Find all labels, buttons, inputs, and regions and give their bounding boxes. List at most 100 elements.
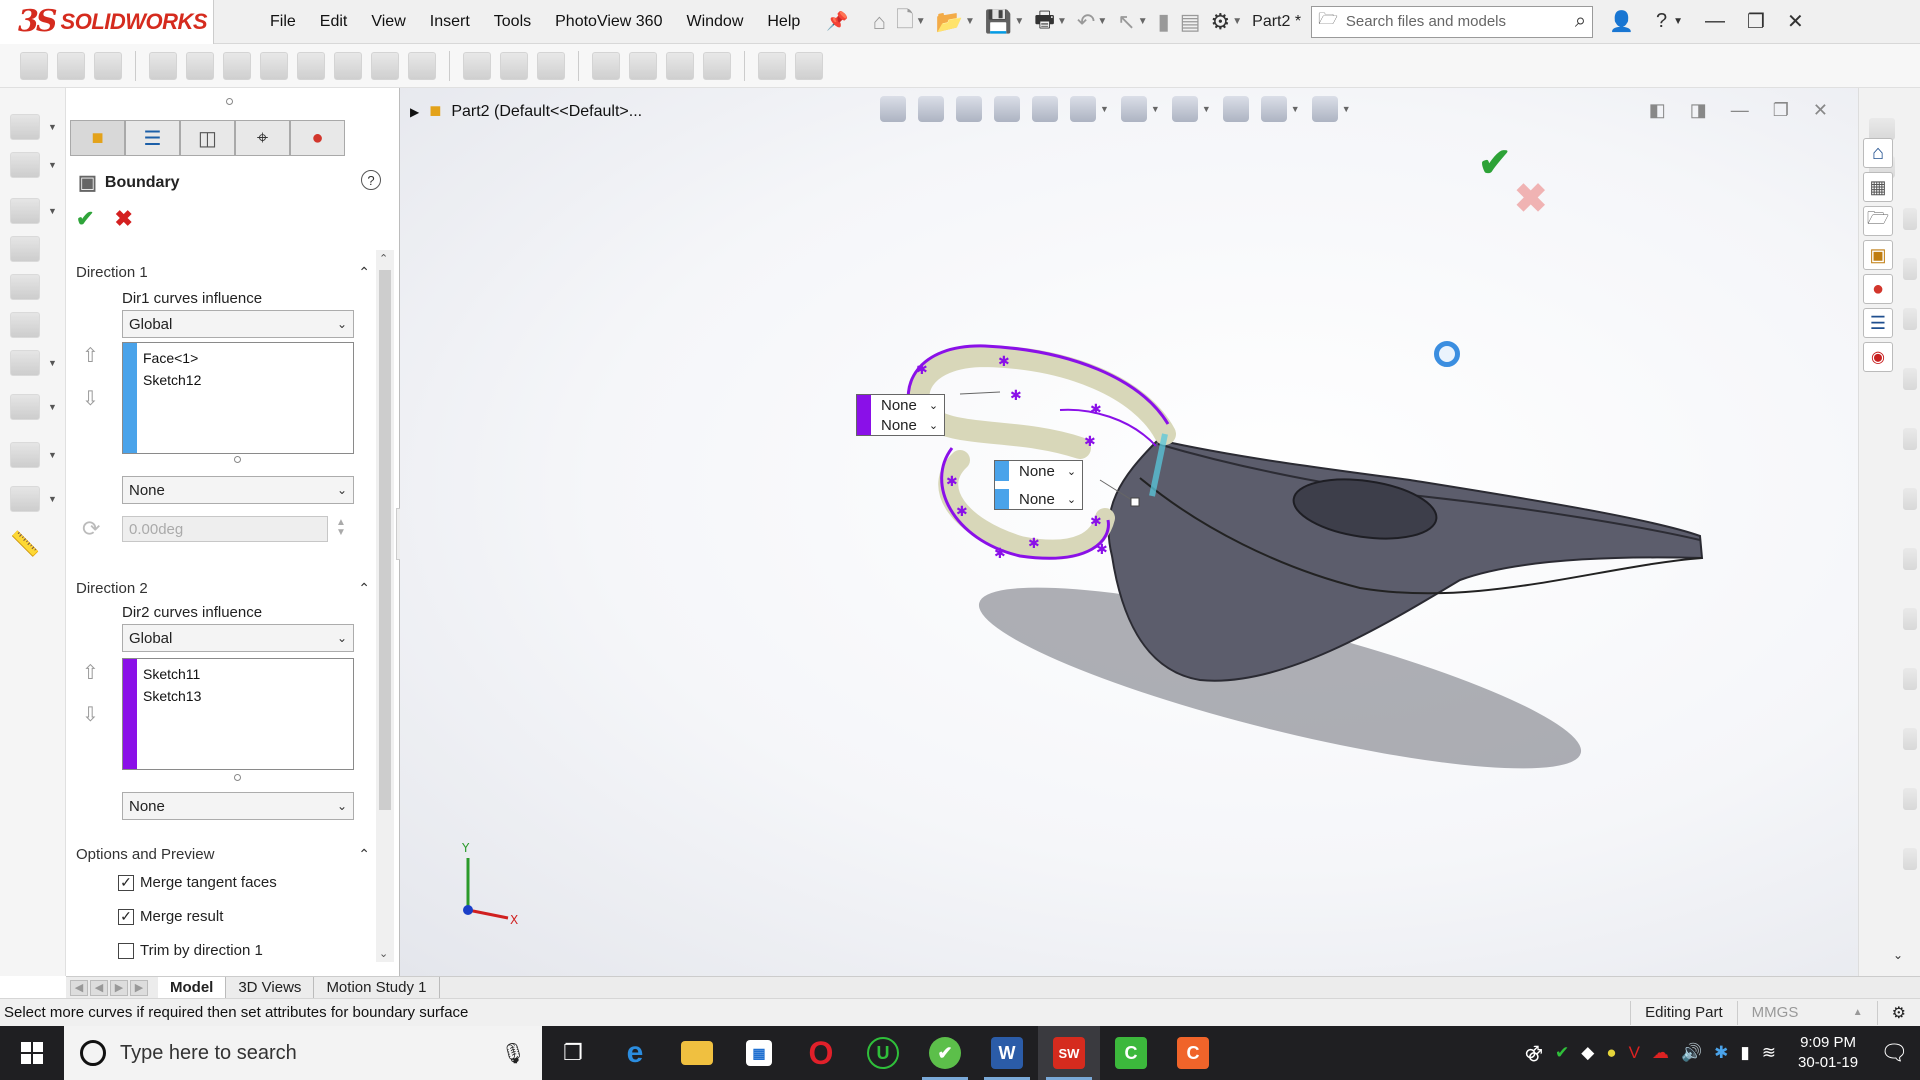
menu-view[interactable]: View (359, 13, 417, 31)
reference-geometry-icon[interactable] (408, 51, 436, 80)
search-icon[interactable]: ⌕ (1575, 10, 1586, 33)
previous-view-icon[interactable] (956, 96, 982, 122)
open-icon[interactable]: 📂 (936, 9, 963, 35)
move-up-icon[interactable]: ⇧ (82, 660, 99, 685)
revolve-icon[interactable] (57, 51, 85, 80)
boundary-surface-icon[interactable] (629, 51, 657, 80)
sketch-tool-icon[interactable] (1903, 368, 1917, 390)
list-item[interactable]: Face<1> (143, 347, 201, 369)
callout1-row2[interactable]: None ⌄ (857, 415, 944, 435)
boss-extrude-icon[interactable] (20, 51, 48, 80)
volume-icon[interactable]: 🔊 (1681, 1043, 1702, 1063)
callout2-row2[interactable]: None ⌄ (995, 489, 1082, 509)
view-orientation-icon[interactable] (1070, 96, 1096, 122)
split-line-icon[interactable] (10, 486, 40, 512)
taskbar-file-explorer[interactable] (666, 1026, 728, 1080)
menu-file[interactable]: File (258, 13, 308, 31)
microphone-icon[interactable]: 🎙 (501, 1041, 526, 1066)
graphics-area[interactable]: ✱ ✱ ✱ ✱ ✱ ✱ ✱ ✱ ✱ ✱ ✱ ✱ ▶ ■ Part2 (Defau… (400, 88, 1858, 976)
menu-window[interactable]: Window (674, 13, 755, 31)
app-tray-icon[interactable]: ● (1606, 1043, 1616, 1063)
menu-tools[interactable]: Tools (482, 13, 543, 31)
antivirus-icon[interactable]: V (1629, 1043, 1640, 1063)
forum-icon[interactable]: ◉ (1863, 342, 1893, 372)
taskbar-camtasia-green[interactable]: C (1100, 1026, 1162, 1080)
wifi-icon[interactable]: ≋ (1762, 1043, 1776, 1063)
sketch-tool-icon[interactable] (1903, 788, 1917, 810)
search-files-input[interactable]: 🗁 Search files and models ⌕ (1311, 5, 1594, 38)
knit-surface-icon[interactable] (795, 51, 823, 80)
display-style-icon[interactable] (1120, 96, 1147, 122)
taskbar-greenshot[interactable]: ✔ (914, 1026, 976, 1080)
sketch-tool-icon[interactable] (1903, 258, 1917, 280)
taskbar-solidworks[interactable]: SW (1038, 1026, 1100, 1080)
people-icon[interactable]: ⚣ (1525, 1043, 1544, 1063)
intersect-icon[interactable] (500, 51, 528, 80)
wrap-icon[interactable] (463, 51, 491, 80)
start-button[interactable] (0, 1026, 64, 1080)
sketch-tool-icon[interactable] (1903, 488, 1917, 510)
expand-arrow-icon[interactable]: ▶ (410, 105, 419, 119)
rebuild-icon[interactable]: ▮ (1158, 9, 1170, 35)
menu-insert[interactable]: Insert (418, 13, 482, 31)
sketch-tool-icon[interactable] (1903, 848, 1917, 870)
sweep-icon[interactable] (94, 51, 122, 80)
panel-scrollbar[interactable]: ⌃ ⌄ (376, 250, 394, 962)
dir1-influence-select[interactable]: Global ⌄ (122, 310, 354, 338)
tab-motion-study[interactable]: Motion Study 1 (314, 976, 440, 999)
curve-callout-2[interactable]: None ⌄ None ⌄ (994, 460, 1084, 510)
sketch-tool-icon[interactable] (1903, 728, 1917, 750)
view-palette-icon[interactable]: ▣ (1863, 240, 1893, 270)
design-library-icon[interactable]: ▦ (1863, 172, 1893, 202)
restore-icon[interactable]: ❐ (1747, 9, 1765, 34)
sketch-tool-icon[interactable] (1903, 608, 1917, 630)
scroll-thumb[interactable] (379, 270, 391, 810)
list-resize-handle[interactable] (234, 456, 241, 463)
tab-3d-views[interactable]: 3D Views (226, 976, 315, 999)
tab-configuration-manager[interactable]: ◫ (180, 120, 235, 156)
print-icon[interactable]: 🖶 (1034, 3, 1055, 41)
rib-icon[interactable] (334, 51, 362, 80)
direction1-header[interactable]: Direction 1 ⌃ (76, 264, 370, 281)
thicken-icon[interactable] (758, 51, 786, 80)
user-icon[interactable]: 👤 (1609, 9, 1634, 34)
notifications-icon[interactable]: 🗨 (1880, 1040, 1908, 1066)
cloud-sync-icon[interactable]: ☁ (1652, 1043, 1669, 1063)
direction2-header[interactable]: Direction 2 ⌃ (76, 580, 370, 597)
swept-surface-icon[interactable] (10, 198, 40, 224)
dir1-angle-input[interactable]: 0.00deg (122, 516, 328, 542)
callout2-row1[interactable]: None ⌄ (995, 461, 1082, 481)
menu-edit[interactable]: Edit (308, 13, 360, 31)
fillet-surface-icon[interactable] (10, 350, 40, 376)
menu-photoview[interactable]: PhotoView 360 (543, 13, 674, 31)
tab-feature-manager[interactable]: ■ (70, 120, 125, 156)
clock[interactable]: 9:09 PM 30-01-19 (1798, 1033, 1858, 1073)
tab-display-manager[interactable]: ● (290, 120, 345, 156)
chamfer-icon[interactable] (260, 51, 288, 80)
tile-right-icon[interactable]: ◨ (1690, 100, 1707, 121)
taskbar-edge[interactable]: e (604, 1026, 666, 1080)
new-document-icon[interactable]: 🗋 (896, 3, 914, 41)
planar-surface-icon[interactable] (666, 51, 694, 80)
solidworks-resources-icon[interactable]: ⌂ (1863, 138, 1893, 168)
save-icon[interactable]: 💾 (985, 9, 1012, 35)
measure-icon[interactable]: 📏 (10, 530, 40, 559)
dir2-tangency-select[interactable]: None ⌄ (122, 792, 354, 820)
zoom-to-fit-icon[interactable] (880, 96, 906, 122)
extruded-cut-icon[interactable] (149, 51, 177, 80)
taskbar-opera[interactable]: O (790, 1026, 852, 1080)
list-item[interactable]: Sketch11 (143, 663, 201, 685)
tile-left-icon[interactable]: ◧ (1649, 100, 1666, 121)
dir1-curves-list[interactable]: Face<1> Sketch12 (122, 342, 354, 454)
sketch-tool-icon[interactable] (1903, 208, 1917, 230)
mirror-icon[interactable] (537, 51, 565, 80)
dir2-influence-select[interactable]: Global ⌄ (122, 624, 354, 652)
lofted-surface-icon[interactable] (10, 236, 40, 262)
filled-surface-icon[interactable] (10, 274, 40, 300)
offset-surface-icon[interactable] (703, 51, 731, 80)
taskbar-camtasia-orange[interactable]: C (1162, 1026, 1224, 1080)
ok-button[interactable]: ✔ (76, 206, 94, 232)
help-button[interactable]: ? (361, 170, 381, 190)
first-tab-icon[interactable]: ◀ (70, 979, 88, 996)
collapse-chevron-icon[interactable]: ⌃ (358, 846, 370, 863)
